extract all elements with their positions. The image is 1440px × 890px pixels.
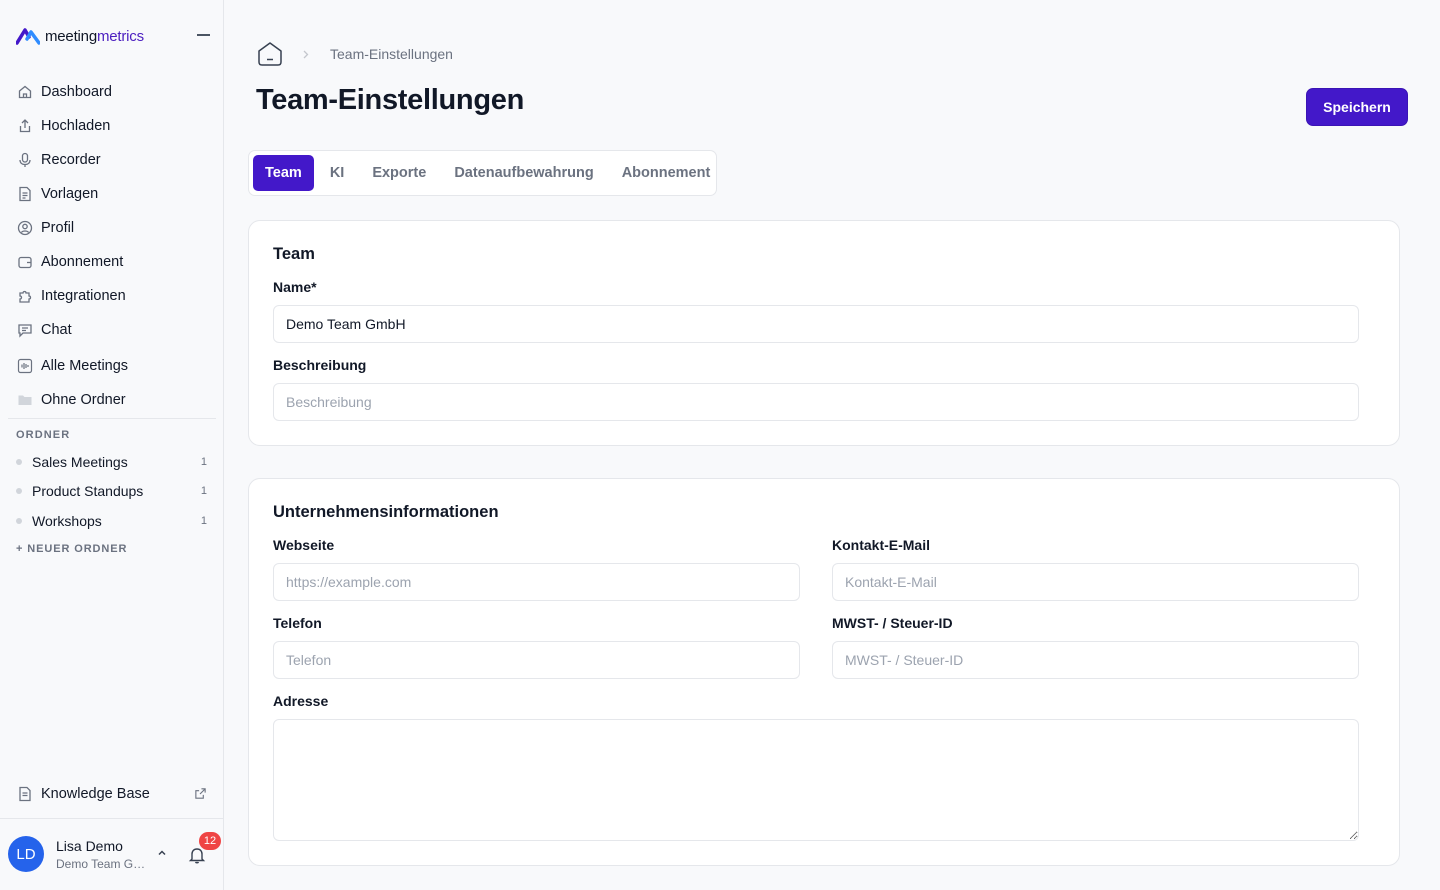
- new-folder-button[interactable]: + NEUER ORDNER: [16, 543, 127, 555]
- template-icon: [16, 186, 33, 203]
- breadcrumb: Team-Einstellungen: [256, 40, 453, 68]
- website-label: Webseite: [273, 537, 335, 553]
- sidebar-item-templates[interactable]: Vorlagen: [8, 177, 216, 211]
- folder-item-product-standups[interactable]: Product Standups 1: [8, 477, 216, 507]
- sidebar-item-dashboard[interactable]: Dashboard: [8, 75, 216, 109]
- sidebar-item-integrations[interactable]: Integrationen: [8, 279, 216, 313]
- wallet-icon: [16, 254, 33, 271]
- chevron-up-icon[interactable]: [156, 847, 168, 859]
- sidebar-item-profile[interactable]: Profil: [8, 211, 216, 245]
- sidebar-item-label: Ohne Ordner: [41, 392, 126, 408]
- folder-icon: [16, 392, 33, 409]
- sidebar-item-label: Alle Meetings: [41, 358, 129, 374]
- collapse-sidebar-button[interactable]: [194, 28, 212, 42]
- puzzle-icon: [16, 288, 33, 305]
- website-input[interactable]: [273, 563, 800, 601]
- chevron-right-icon: [303, 50, 309, 58]
- sidebar-item-label: Chat: [41, 322, 72, 338]
- phone-label: Telefon: [273, 615, 322, 631]
- team-name-input[interactable]: [273, 305, 1359, 343]
- phone-input[interactable]: [273, 641, 800, 679]
- folder-dot-icon: [16, 488, 22, 495]
- folder-name: Workshops: [32, 512, 102, 529]
- sidebar-item-label: Hochladen: [41, 118, 111, 134]
- folder-list: Sales Meetings 1 Product Standups 1 Work…: [8, 447, 216, 536]
- page-title: Team-Einstellungen: [256, 84, 524, 116]
- user-info: Lisa Demo Demo Team GmbH: [56, 838, 152, 871]
- folder-count: 1: [200, 455, 207, 468]
- sidebar-item-label: Integrationen: [41, 288, 126, 304]
- brand-name: meetingmetrics: [45, 27, 144, 45]
- folder-name: Sales Meetings: [32, 453, 128, 470]
- sidebar-item-all-meetings[interactable]: Alle Meetings: [8, 349, 216, 383]
- notification-badge: 12: [199, 832, 221, 850]
- breadcrumb-current: Team-Einstellungen: [330, 46, 453, 62]
- user-team: Demo Team GmbH: [56, 856, 152, 871]
- sidebar-item-no-folder[interactable]: Ohne Ordner: [8, 383, 216, 417]
- logo-mark-icon: [16, 28, 40, 45]
- sidebar-divider: [8, 418, 216, 419]
- home-icon: [16, 84, 33, 101]
- minus-icon: [196, 34, 210, 36]
- sidebar: meetingmetrics Dashboard Hochladen Recor…: [0, 0, 224, 890]
- address-label: Adresse: [273, 693, 329, 709]
- user-name: Lisa Demo: [56, 837, 123, 854]
- tab-team[interactable]: Team: [253, 155, 314, 191]
- company-info-card: Unternehmensinformationen Webseite Konta…: [248, 478, 1400, 866]
- folders-heading: ORDNER: [16, 429, 71, 441]
- sidebar-item-label: Dashboard: [41, 84, 112, 100]
- folder-dot-icon: [16, 458, 22, 465]
- description-label: Beschreibung: [273, 357, 367, 373]
- folder-count: 1: [200, 485, 207, 498]
- profile-icon: [16, 220, 33, 237]
- microphone-icon: [16, 152, 33, 169]
- settings-tabs: Team KI Exporte Datenaufbewahrung Abonne…: [248, 150, 717, 196]
- save-button[interactable]: Speichern: [1306, 88, 1408, 126]
- folder-name: Product Standups: [32, 483, 144, 500]
- tab-subscription[interactable]: Abonnement: [610, 155, 723, 191]
- sidebar-item-label: Profil: [41, 220, 75, 236]
- upload-icon: [16, 118, 33, 135]
- name-label: Name*: [273, 279, 317, 295]
- description-input[interactable]: [273, 383, 1359, 421]
- user-menu[interactable]: LD Lisa Demo Demo Team GmbH: [8, 836, 152, 872]
- sidebar-item-recorder[interactable]: Recorder: [8, 143, 216, 177]
- home-icon[interactable]: [256, 40, 284, 68]
- tab-exports[interactable]: Exporte: [360, 155, 438, 191]
- knowledge-base-label: Knowledge Base: [41, 786, 150, 802]
- sidebar-item-upload[interactable]: Hochladen: [8, 109, 216, 143]
- email-input[interactable]: [832, 563, 1359, 601]
- address-textarea[interactable]: [273, 719, 1359, 841]
- folder-item-workshops[interactable]: Workshops 1: [8, 506, 216, 536]
- avatar: LD: [8, 836, 44, 872]
- folder-dot-icon: [16, 517, 22, 524]
- sidebar-item-chat[interactable]: Chat: [8, 313, 216, 347]
- user-divider: [0, 818, 224, 819]
- sidebar-item-subscription[interactable]: Abonnement: [8, 245, 216, 279]
- folder-item-sales-meetings[interactable]: Sales Meetings 1: [8, 447, 216, 477]
- tax-id-label: MWST- / Steuer-ID: [832, 615, 953, 631]
- tab-ki[interactable]: KI: [318, 155, 357, 191]
- audio-wave-icon: [16, 358, 33, 375]
- sidebar-item-label: Abonnement: [41, 254, 124, 270]
- sidebar-nav: Dashboard Hochladen Recorder Vorlagen Pr…: [8, 75, 216, 417]
- external-link-icon: [194, 787, 208, 801]
- knowledge-base-link[interactable]: Knowledge Base: [8, 777, 216, 811]
- tab-data-retention[interactable]: Datenaufbewahrung: [442, 155, 605, 191]
- email-label: Kontakt-E-Mail: [832, 537, 930, 553]
- document-icon: [16, 786, 33, 803]
- chat-icon: [16, 322, 33, 339]
- sidebar-item-label: Recorder: [41, 152, 101, 168]
- team-card-title: Team: [273, 245, 315, 263]
- sidebar-item-label: Vorlagen: [41, 186, 99, 202]
- folder-count: 1: [200, 514, 207, 527]
- brand-logo[interactable]: meetingmetrics: [16, 24, 144, 48]
- company-card-title: Unternehmensinformationen: [273, 503, 499, 521]
- team-card: Team Name* Beschreibung: [248, 220, 1400, 446]
- tax-id-input[interactable]: [832, 641, 1359, 679]
